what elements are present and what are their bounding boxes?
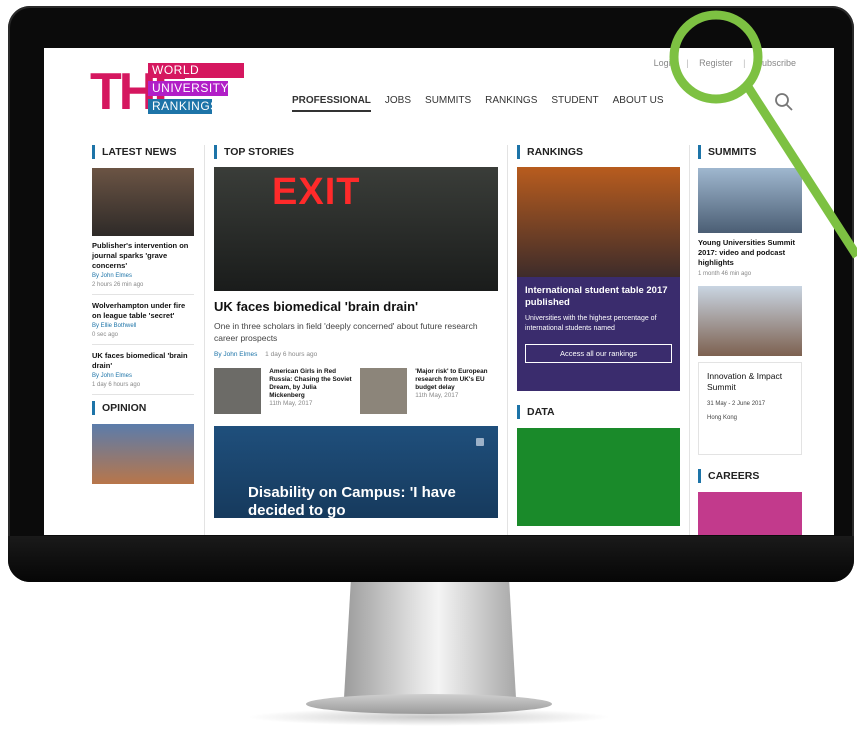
highlight-pointer	[744, 84, 857, 259]
highlight-ring	[669, 10, 763, 104]
highlight-annotation	[669, 10, 857, 259]
